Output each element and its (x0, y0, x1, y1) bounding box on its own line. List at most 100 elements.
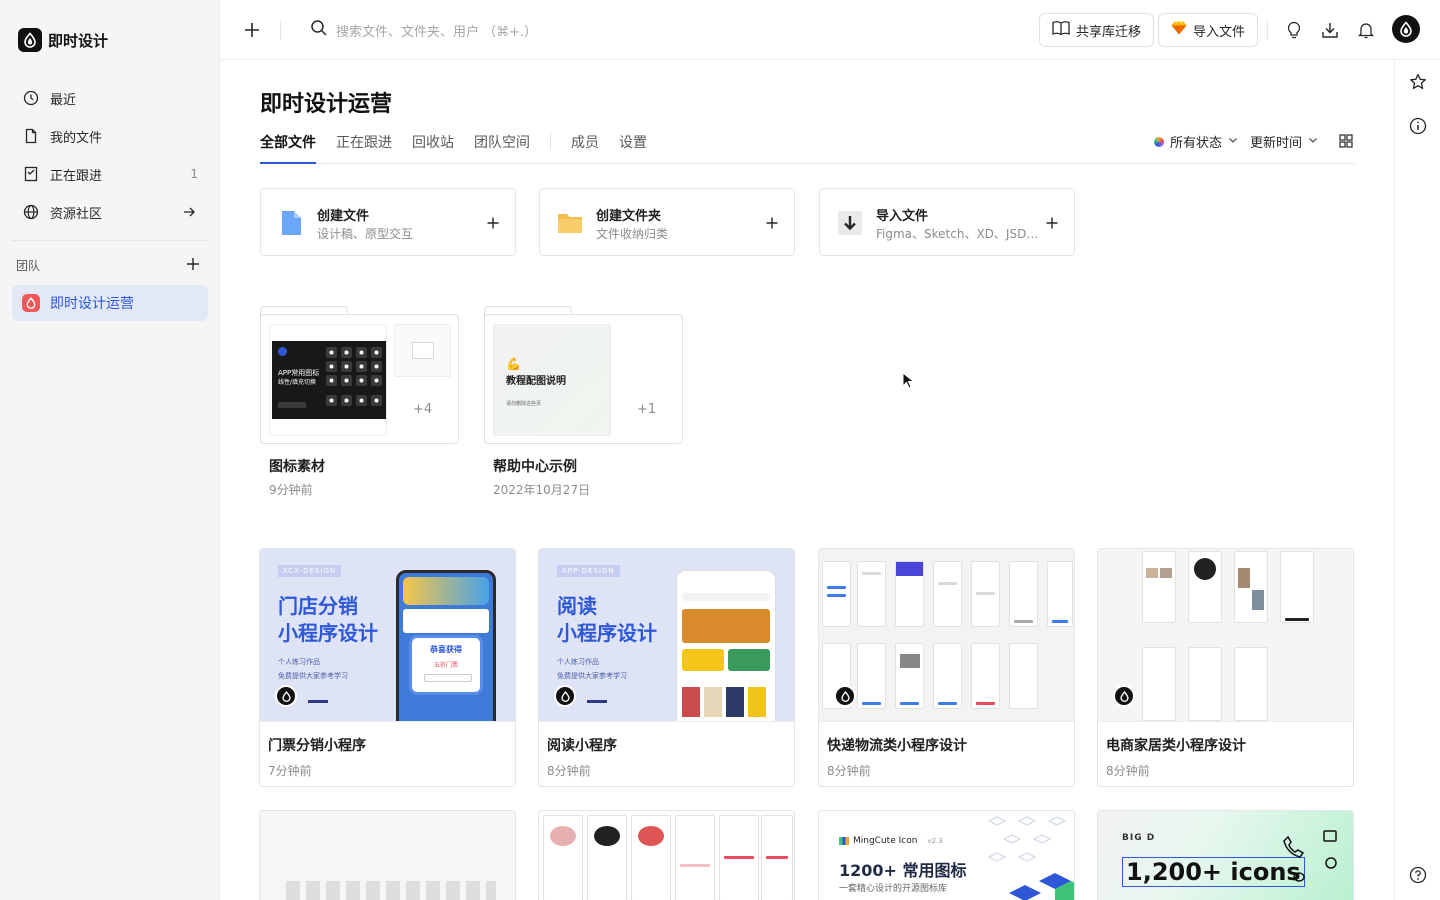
file-card-logistics-miniapp[interactable]: 快递物流类小程序设计 8分钟前 (818, 548, 1075, 787)
sidebar-item-community[interactable]: 资源社区 (12, 193, 208, 231)
file-thumbnail: BIG D 1,200+ icons (1098, 811, 1353, 900)
status-color-icon (1154, 136, 1164, 147)
screen-preview (719, 815, 759, 900)
app-logo[interactable]: 即时设计 (18, 28, 108, 52)
bell-icon[interactable] (1354, 18, 1378, 42)
reward-popup: 恭喜获得 五折门票 (409, 635, 483, 695)
thumb-underline (308, 700, 328, 703)
create-file-title: 创建文件 (317, 209, 370, 224)
team-logo-icon (22, 294, 40, 312)
file-title: 阅读小程序 (547, 738, 617, 754)
screen-preview (895, 561, 924, 627)
thumb-strip (286, 881, 496, 900)
team-section-label: 团队 (16, 258, 41, 273)
icon-sheet-preview: APP常用图标 线性/填充切换 (272, 341, 386, 419)
book-cover (726, 687, 744, 717)
plus-icon (483, 213, 503, 233)
tab-settings[interactable]: 设置 (619, 132, 647, 164)
screen-preview (822, 561, 851, 627)
import-file-title: 导入文件 (876, 209, 929, 224)
book-cover (748, 687, 766, 717)
screen-preview (1280, 551, 1314, 623)
search-placeholder: 搜索文件、文件夹、用户 （⌘+.） (336, 24, 538, 40)
team-name: 即时设计运营 (50, 296, 134, 312)
user-avatar[interactable] (1392, 15, 1420, 43)
file-card-home-ecommerce-miniapp[interactable]: 电商家居类小程序设计 8分钟前 (1097, 548, 1354, 787)
muscle-emoji-icon: 💪 (506, 357, 521, 371)
team-badge-icon (554, 685, 576, 707)
file-card-ticket-miniapp[interactable]: XCX-DESIGN 门店分销 小程序设计 个人练习作品 免费提供大家参考学习 … (259, 548, 516, 787)
file-card-partial[interactable] (259, 810, 516, 900)
thumb-headline-2: 小程序设计 (557, 621, 657, 645)
create-folder-card[interactable]: 创建文件夹 文件收纳归类 (539, 188, 795, 256)
thumb-headline-1: 门店分销 (278, 594, 358, 618)
icon-sheet-dot (278, 347, 287, 356)
mingcute-version: v2.3 (927, 837, 943, 845)
tab-all-files[interactable]: 全部文件 (260, 132, 316, 164)
thumb-bullet-1: 个人练习作品 (278, 658, 320, 666)
folder-time: 2022年10月27日 (493, 483, 591, 497)
lightbulb-icon[interactable] (1282, 18, 1306, 42)
screen-preview (675, 815, 715, 900)
add-team-icon[interactable] (186, 257, 200, 274)
icon-tiles-preview (987, 816, 1074, 900)
sidebar-divider (12, 240, 208, 241)
sidebar-item-recent[interactable]: 最近 (12, 79, 208, 117)
screen-preview (1047, 561, 1073, 627)
folder-time: 9分钟前 (269, 483, 313, 497)
file-card-partial[interactable] (538, 810, 795, 900)
file-card-partial[interactable]: BIG D 1,200+ icons (1097, 810, 1354, 900)
file-card-partial[interactable]: MingCute Icon v2.3 1200+ 常用图标 一套精心设计的开源图… (818, 810, 1075, 900)
folder-thumbnail: APP常用图标 线性/填充切换 (269, 324, 387, 436)
screen-preview (1188, 551, 1222, 623)
sidebar-item-team[interactable]: 即时设计运营 (12, 285, 208, 321)
tab-following[interactable]: 正在跟进 (336, 132, 392, 164)
screen-preview (971, 643, 1000, 709)
avatar-logo-icon (1400, 21, 1412, 37)
topbar-divider (1267, 20, 1268, 40)
sidebar: 即时设计 最近 我的文件 正在跟进 1 资源社区 团队 即时设计运营 (0, 0, 220, 900)
tab-team-space[interactable]: 团队空间 (474, 132, 530, 164)
status-filter-dropdown[interactable]: 所有状态 (1154, 132, 1238, 151)
status-filter-label: 所有状态 (1170, 136, 1223, 151)
create-plus-button[interactable] (240, 18, 264, 42)
folder-icon-assets[interactable]: APP常用图标 线性/填充切换 +4 (260, 306, 459, 446)
team-section-header: 团队 (16, 255, 200, 275)
file-card-reading-miniapp[interactable]: APP-DESIGN 阅读 小程序设计 个人练习作品 免费提供大家参考学习 阅读… (538, 548, 795, 787)
help-thumb-title: 教程配图说明 (506, 376, 566, 387)
screen-preview (1234, 647, 1268, 721)
create-file-subtitle: 设计稿、原型交互 (317, 227, 414, 241)
phone-search (682, 593, 770, 601)
folder-more-count: +4 (413, 402, 433, 417)
search-input[interactable]: 搜索文件、文件夹、用户 （⌘+.） (310, 18, 537, 42)
file-icon (22, 127, 40, 145)
info-icon[interactable] (1407, 115, 1429, 137)
topbar-divider (280, 20, 281, 40)
screen-preview (1142, 647, 1176, 721)
tab-members[interactable]: 成员 (571, 132, 599, 164)
sidebar-item-following[interactable]: 正在跟进 1 (12, 155, 208, 193)
reward-subtitle: 五折门票 (433, 662, 458, 669)
file-thumbnail: MingCute Icon v2.3 1200+ 常用图标 一套精心设计的开源图… (819, 811, 1074, 900)
sort-dropdown[interactable]: 更新时间 (1250, 132, 1318, 151)
import-file-button[interactable]: 导入文件 (1158, 13, 1259, 47)
star-icon[interactable] (1407, 71, 1429, 93)
file-thumbnail (819, 549, 1074, 722)
reward-stepper (424, 674, 472, 682)
mouse-cursor-icon (902, 371, 916, 394)
folder-help-center[interactable]: 💪 教程配图说明 请勿删除这些页 +1 (484, 306, 683, 446)
help-icon[interactable] (1407, 864, 1429, 886)
right-rail (1394, 60, 1440, 900)
mingcute-logo-icon (839, 837, 849, 845)
file-time: 8分钟前 (1106, 764, 1150, 778)
file-title: 门票分销小程序 (268, 738, 366, 754)
grid-view-icon[interactable] (1339, 134, 1353, 148)
download-icon[interactable] (1318, 18, 1342, 42)
sidebar-item-my-files[interactable]: 我的文件 (12, 117, 208, 155)
thumb-underline (587, 700, 607, 703)
import-file-card[interactable]: 导入文件 Figma、Sketch、XD、JSD、... (819, 188, 1075, 256)
file-thumbnail (1098, 549, 1353, 722)
create-file-card[interactable]: 创建文件 设计稿、原型交互 (260, 188, 516, 256)
share-library-migrate-button[interactable]: 共享库迁移 (1039, 13, 1155, 47)
tab-trash[interactable]: 回收站 (412, 132, 454, 164)
